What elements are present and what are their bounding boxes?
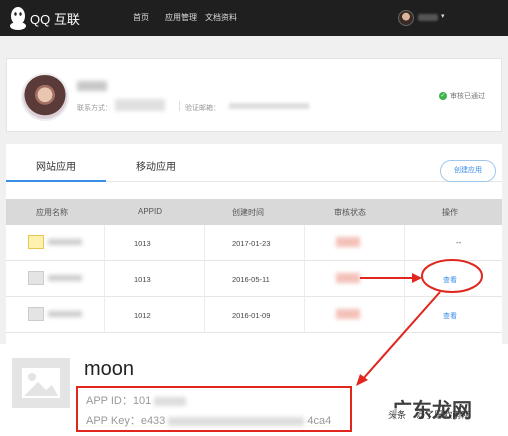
- status-redacted: [336, 309, 360, 319]
- appid-cell: 1012: [134, 311, 151, 320]
- watermark: 广东龙网 头条 @了愿欧雨网: [374, 394, 504, 434]
- tab-mobile-apps[interactable]: 移动应用: [136, 158, 176, 173]
- operation-cell: --: [456, 238, 462, 247]
- app-key-prefix: APP Key：e433: [86, 415, 166, 427]
- app-table: 应用名称 APPID 创建时间 审核状态 操作 1013 2017-01-23 …: [6, 199, 502, 333]
- column-divider: [204, 297, 205, 332]
- watermark-small: 头条: [388, 408, 407, 421]
- verification-status-text: 审核已通过: [450, 93, 485, 100]
- created-date-cell: 2016-05-11: [232, 275, 270, 284]
- nav-documents[interactable]: 文档资料: [205, 12, 237, 23]
- column-divider: [404, 297, 405, 332]
- created-date-cell: 2017-01-23: [232, 239, 271, 248]
- qq-penguin-icon[interactable]: [8, 5, 28, 31]
- divider: [179, 101, 180, 111]
- verification-status: ✓ 审核已通过: [439, 91, 485, 101]
- app-name-redacted: [48, 275, 82, 281]
- app-key-redacted: [168, 416, 305, 426]
- column-divider: [104, 261, 105, 296]
- brand-name[interactable]: QQ 互联: [30, 9, 80, 28]
- email-label: 验证邮箱：: [185, 105, 220, 112]
- column-divider: [404, 261, 405, 296]
- top-nav-bar: QQ 互联 首页 应用管理 文档资料 ▾: [0, 0, 508, 36]
- qq-connect-page: QQ 互联 首页 应用管理 文档资料 ▾ 联系方式： 验证邮箱： ✓ 审核已通过…: [0, 0, 508, 436]
- contact-value-redacted: [115, 99, 165, 111]
- app-id-label: APP ID：101: [86, 395, 152, 407]
- column-divider: [304, 225, 305, 260]
- nav-home[interactable]: 首页: [133, 12, 149, 23]
- column-divider: [104, 225, 105, 260]
- app-key-suffix: 4ca4: [307, 415, 332, 427]
- app-name-large: moon: [84, 358, 135, 380]
- column-divider: [204, 225, 205, 260]
- column-header-app-name: 应用名称: [36, 208, 68, 217]
- check-circle-icon: ✓: [439, 92, 447, 100]
- column-divider: [104, 297, 105, 332]
- status-redacted: [336, 237, 360, 247]
- tab-web-apps[interactable]: 网站应用: [36, 158, 76, 173]
- developer-name-redacted: [77, 81, 107, 91]
- app-key-line: APP Key：e433 4ca4: [86, 412, 331, 428]
- app-name-redacted: [48, 239, 82, 245]
- email-value-redacted: [229, 103, 309, 109]
- watermark-url: @了愿欧雨网: [416, 410, 471, 420]
- column-divider: [204, 261, 205, 296]
- app-credentials-highlight: APP ID：101 APP Key：e433 4ca4: [76, 386, 352, 432]
- appid-cell: 1013: [134, 239, 151, 248]
- column-header-appid: APPID: [138, 207, 163, 216]
- table-row: 1013 2017-01-23 --: [6, 225, 502, 261]
- column-divider: [404, 225, 405, 260]
- created-date-cell: 2016-01-09: [232, 311, 271, 320]
- table-row: 1012 2016-01-09 查看: [6, 297, 502, 333]
- view-link[interactable]: 查看: [443, 275, 457, 285]
- column-header-operation: 操作: [442, 208, 458, 217]
- image-placeholder-icon: [12, 358, 70, 408]
- appid-cell: 1013: [134, 275, 151, 284]
- user-avatar-small[interactable]: [398, 10, 414, 26]
- username-redacted[interactable]: [418, 14, 438, 21]
- developer-profile-card: 联系方式： 验证邮箱： ✓ 审核已通过: [6, 58, 502, 132]
- status-redacted: [336, 273, 360, 283]
- create-app-button[interactable]: 创建应用: [440, 160, 496, 182]
- contact-label: 联系方式：: [77, 105, 112, 112]
- app-icon: [28, 235, 44, 249]
- app-id-line: APP ID：101: [86, 392, 187, 408]
- table-row: 1013 2016-05-11 查看: [6, 261, 502, 297]
- column-divider: [304, 261, 305, 296]
- column-header-status: 审核状态: [334, 208, 366, 217]
- chevron-down-icon[interactable]: ▾: [441, 12, 445, 20]
- image-placeholder-icon: [28, 271, 44, 285]
- column-header-created: 创建时间: [232, 208, 264, 217]
- developer-avatar: [21, 73, 69, 121]
- app-id-redacted: [154, 396, 187, 406]
- column-divider: [304, 297, 305, 332]
- view-link[interactable]: 查看: [443, 311, 457, 321]
- app-list-panel: 网站应用 移动应用 创建应用 应用名称 APPID 创建时间 审核状态 操作 1…: [6, 144, 502, 344]
- active-tab-indicator: [6, 180, 106, 182]
- app-name-redacted: [48, 311, 82, 317]
- nav-app-management[interactable]: 应用管理: [165, 12, 197, 23]
- image-placeholder-icon: [28, 307, 44, 321]
- table-header: 应用名称 APPID 创建时间 审核状态 操作: [6, 199, 502, 225]
